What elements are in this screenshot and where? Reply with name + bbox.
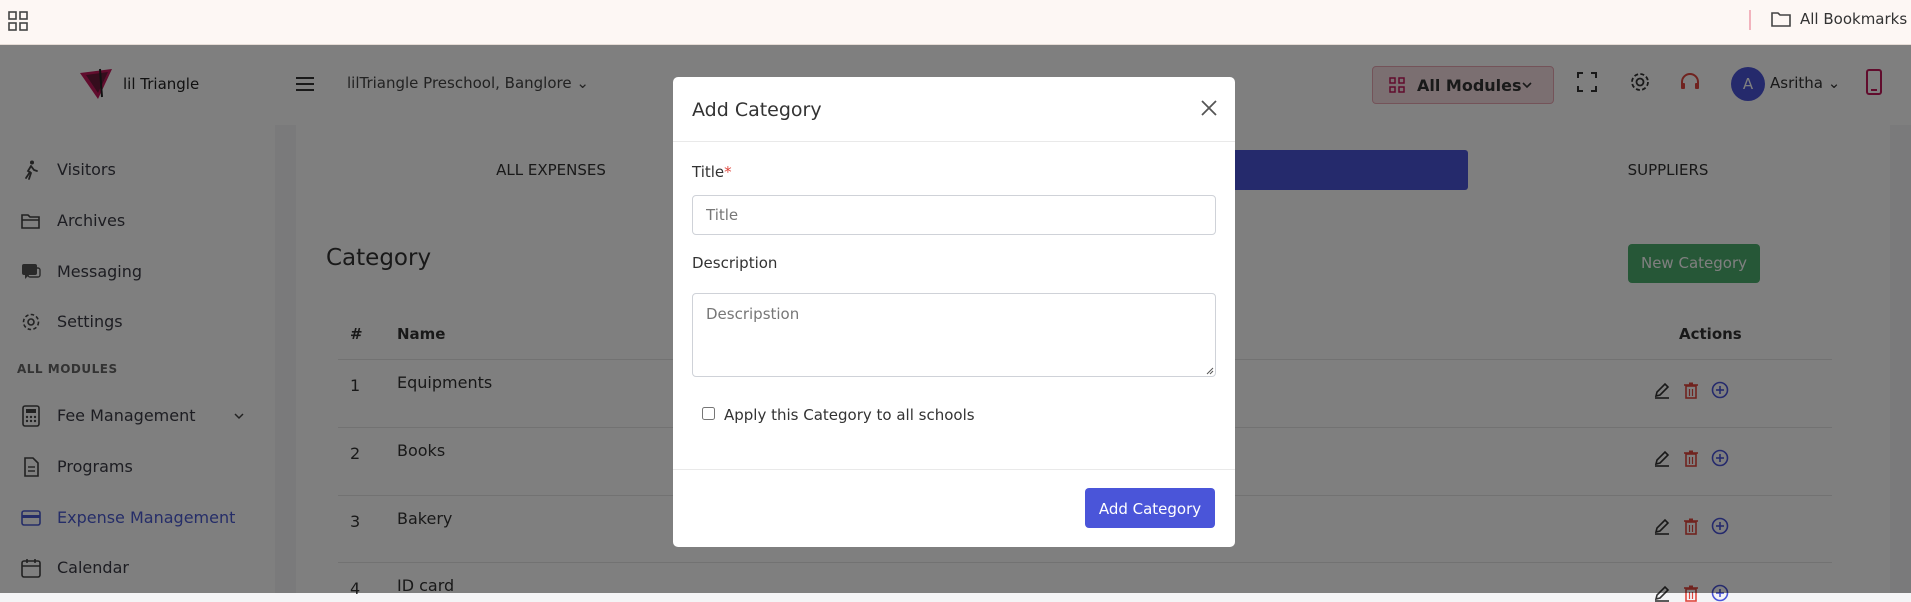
folder-icon[interactable] <box>1770 9 1792 29</box>
title-label: Title* <box>692 163 732 181</box>
apply-all-schools-checkbox[interactable] <box>702 407 715 420</box>
description-textarea[interactable] <box>692 293 1216 377</box>
add-category-modal: Add Category Title* Description Apply th… <box>673 77 1235 547</box>
description-label: Description <box>692 254 778 272</box>
modal-header-divider <box>673 141 1235 142</box>
title-input[interactable] <box>692 195 1216 235</box>
modal-footer-divider <box>673 469 1235 470</box>
apps-grid-icon[interactable] <box>8 11 28 31</box>
required-mark: * <box>724 163 732 181</box>
bookmarks-separator <box>1749 10 1751 30</box>
title-label-text: Title <box>692 163 725 181</box>
all-bookmarks-link[interactable]: All Bookmarks <box>1800 10 1907 28</box>
resize-grip-icon[interactable] <box>1206 367 1214 375</box>
close-icon[interactable] <box>1200 99 1218 117</box>
bookmarks-bar: All Bookmarks <box>0 0 1911 45</box>
add-category-button[interactable]: Add Category <box>1085 488 1215 528</box>
modal-title: Add Category <box>692 99 822 121</box>
apply-all-schools-label[interactable]: Apply this Category to all schools <box>724 406 975 424</box>
